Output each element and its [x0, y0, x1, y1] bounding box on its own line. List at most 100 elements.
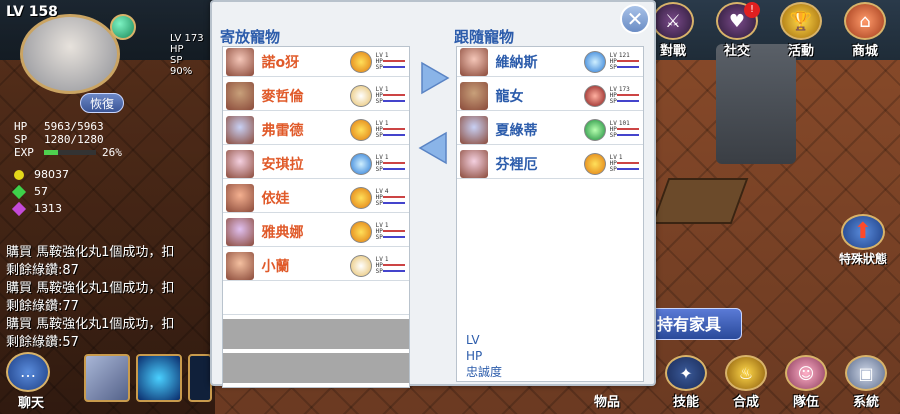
pet-stats: LV 1 HP SP: [376, 119, 409, 139]
pet-sp-bar: [382, 202, 405, 204]
stored-pets-list: 諾o犽 LV 1 HP SP 麥哲倫 LV 1 HP SP 弗雷德 LV 1 HP SP 安琪拉 LV 1 HP SP…: [222, 46, 410, 388]
empty-pet-slot[interactable]: [223, 285, 409, 315]
menu-system[interactable]: ▣ 系統: [838, 355, 894, 410]
pet-row[interactable]: 雅典娜 LV 1 HP SP: [223, 217, 409, 247]
menu-party[interactable]: ☺ 隊伍: [778, 355, 834, 410]
pet-sp-bar: [382, 66, 405, 68]
pet-sp-bar: [382, 134, 405, 136]
recover-button[interactable]: 恢復: [80, 93, 124, 113]
menu-synthesis-label: 合成: [732, 395, 759, 410]
pet-name: 芬裡厄: [495, 156, 538, 173]
menu-shop-label: 商城: [851, 44, 878, 59]
pet-sp-label: SP: [375, 165, 383, 173]
pet-avatar: [460, 81, 488, 110]
menu-social[interactable]: ♥! 社交: [708, 2, 766, 59]
chat-button-label: 聊天: [17, 396, 44, 411]
sp-label: SP: [14, 133, 28, 146]
pet-lv-value: 1: [384, 119, 389, 127]
move-right-arrow-icon[interactable]: [416, 60, 452, 96]
pet-avatar: [226, 149, 254, 178]
exp-bar: [44, 149, 96, 155]
table-prop: [651, 178, 749, 224]
pet-lv-value: 1: [384, 51, 389, 59]
menu-battle-label: 對戰: [659, 44, 686, 59]
pet-avatar: [226, 47, 254, 76]
pet-sp-bar: [616, 66, 639, 68]
notification-badge: !: [744, 2, 760, 18]
own-furniture-button[interactable]: 持有家具: [646, 308, 742, 340]
move-left-arrow-icon[interactable]: [416, 130, 452, 166]
pet-name: 維納斯: [495, 54, 538, 71]
pet-lv-value: 1: [384, 153, 389, 161]
pet-name: 諾o犽: [261, 54, 300, 71]
pet-hp-bar: [382, 230, 405, 232]
pet-row[interactable]: 依娃 LV 4 HP SP: [223, 183, 409, 213]
pet-lv-value: 1: [618, 153, 623, 161]
wind-element-icon: [349, 84, 372, 107]
earth-element-icon: [583, 118, 606, 141]
quick-slot[interactable]: [136, 354, 182, 402]
purple-gem-icon: [11, 201, 27, 216]
menu-synthesis[interactable]: ♨ 合成: [718, 355, 774, 410]
pet-sp-bar: [382, 270, 405, 272]
pet-avatar: [226, 183, 254, 212]
quick-slot[interactable]: [84, 354, 130, 402]
menu-shop[interactable]: ⌂ 商城: [836, 2, 894, 59]
exp-label: EXP: [14, 146, 34, 159]
pet-row[interactable]: 小蘭 LV 1 HP SP: [223, 251, 409, 281]
pet-row[interactable]: 夏綠蒂 LV 101 HP SP: [457, 115, 643, 145]
pet-row[interactable]: 芬裡厄 LV 1 HP SP: [457, 149, 643, 179]
pet-row[interactable]: 安琪拉 LV 1 HP SP: [223, 149, 409, 179]
green-gem-amount: 57: [34, 185, 48, 198]
pet-hp-bar: [616, 128, 639, 130]
menu-event[interactable]: 🏆 活動: [772, 2, 830, 59]
chat-button[interactable]: … 聊天: [6, 352, 56, 411]
pet-hp-bar: [382, 264, 405, 266]
sword-icon: ⚔: [652, 2, 694, 40]
stove-prop: [716, 44, 796, 164]
pet-name: 龍女: [495, 88, 524, 105]
pet-hp-bar: [616, 162, 639, 164]
menu-party-label: 隊伍: [792, 395, 819, 410]
fire-element-icon: [349, 50, 372, 73]
pet-stats: LV 1 HP SP: [375, 86, 409, 105]
pet-sp-label: SP: [375, 97, 383, 105]
pet-lv-value: 101: [618, 119, 630, 127]
player-portrait[interactable]: [20, 14, 120, 94]
locked-pet-slot: [223, 319, 409, 349]
menu-skills[interactable]: ✦ 技能: [658, 355, 714, 410]
currency-list: 98037 57 1313: [11, 166, 69, 217]
pet-hp-bar: [382, 162, 405, 164]
pet-sp-bar: [382, 168, 405, 170]
pet-row[interactable]: 麥哲倫 LV 1 HP SP: [223, 81, 409, 111]
pet-stats: LV 1 HP SP: [375, 221, 409, 241]
pet-sp-label: SP: [609, 97, 617, 105]
pet-sp-label: SP: [375, 199, 383, 207]
quick-slot[interactable]: [188, 354, 212, 402]
speech-bubble-icon: …: [6, 352, 50, 392]
pet-row[interactable]: 龍女 LV 173 HP SP: [457, 81, 643, 111]
green-gem-icon: [11, 184, 27, 199]
pet-sp-label: SP: [375, 233, 383, 241]
pet-row[interactable]: 弗雷德 LV 1 HP SP: [223, 115, 409, 145]
pet-lv-value: 1: [384, 221, 389, 229]
ice-element-icon: [583, 50, 606, 73]
pet-row[interactable]: 維納斯 LV 121 HP SP: [457, 47, 643, 77]
party-icon: ☺: [785, 355, 827, 391]
system-icon: ▣: [845, 355, 887, 391]
special-status-button[interactable]: ⬆ 特殊狀態: [832, 214, 894, 267]
pet-lv-value: 4: [384, 187, 389, 195]
menu-items-label[interactable]: 物品: [594, 391, 620, 410]
pet-sp-label: SP: [609, 63, 617, 71]
close-dialog-button[interactable]: ✕: [620, 4, 650, 34]
pet-sp-label: SP: [375, 267, 383, 275]
locked-pet-slot: [223, 353, 409, 383]
pet-stats: LV 121 HP SP: [609, 52, 643, 71]
info-hp: HP: [466, 349, 483, 363]
hp-value: 5963/5963: [44, 120, 104, 133]
pet-hp-bar: [382, 196, 405, 198]
pet-row[interactable]: 諾o犽 LV 1 HP SP: [223, 47, 409, 77]
pet-stats: LV 1 HP SP: [375, 153, 409, 173]
pet-name: 安琪拉: [261, 156, 304, 173]
pet-sp-bar: [616, 134, 639, 136]
